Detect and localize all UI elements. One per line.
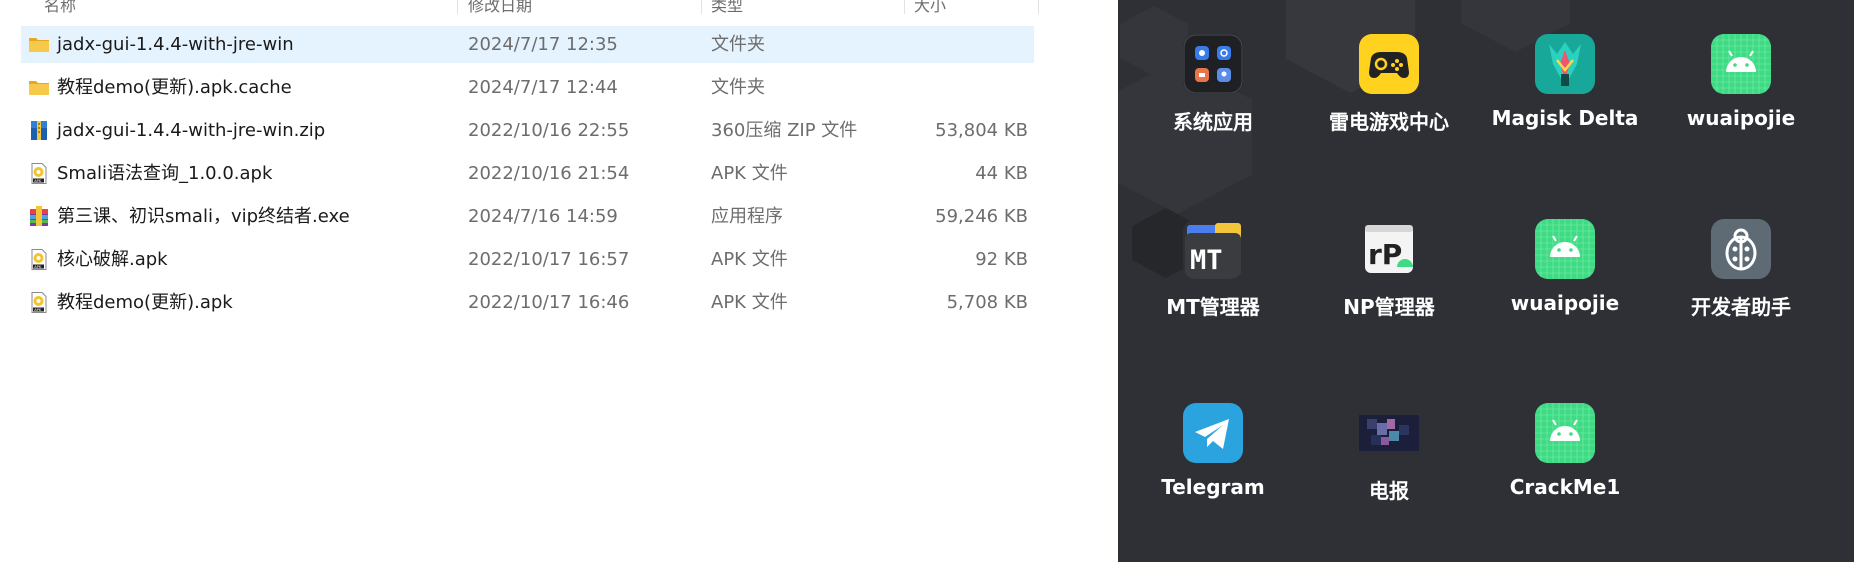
file-size: 92 KB [975, 249, 1028, 270]
file-row[interactable]: jadx-gui-1.4.4-with-jre-win 2024/7/17 12:… [21, 26, 1034, 63]
app-shortcut[interactable]: rP NP管理器 [1301, 219, 1477, 349]
column-divider[interactable] [904, 0, 905, 14]
app-label: 开发者助手 [1691, 295, 1791, 319]
column-divider[interactable] [1038, 0, 1039, 14]
file-modified-date: 2022/10/17 16:46 [468, 292, 630, 313]
np-manager-icon: rP [1359, 219, 1419, 279]
ladybug-icon [1711, 219, 1771, 279]
magisk-icon [1535, 34, 1595, 94]
app-label: wuaipojie [1686, 106, 1796, 130]
file-type: APK 文件 [711, 163, 788, 184]
column-header-size[interactable]: 大小 [914, 0, 946, 14]
app-label: CrackMe1 [1509, 475, 1621, 499]
app-label: 系统应用 [1173, 110, 1253, 134]
mt-manager-icon: MT [1183, 219, 1243, 279]
svg-text:APK: APK [34, 179, 42, 183]
file-type: 应用程序 [711, 206, 783, 227]
file-row[interactable]: APK 核心破解.apk 2022/10/17 16:57 APK 文件 92 KB [21, 241, 1034, 278]
file-size: 5,708 KB [946, 292, 1028, 313]
apk-file-icon: APK [28, 163, 50, 184]
file-row[interactable]: jadx-gui-1.4.4-with-jre-win.zip 2022/10/1… [21, 112, 1034, 149]
file-name: jadx-gui-1.4.4-with-jre-win.zip [57, 120, 326, 141]
folder-icon [28, 77, 50, 98]
column-divider[interactable] [701, 0, 702, 14]
app-label: wuaipojie [1510, 291, 1620, 315]
file-row[interactable]: 教程demo(更新).apk.cache 2024/7/17 12:44 文件夹 [21, 69, 1034, 106]
telegram-icon [1183, 403, 1243, 463]
file-modified-date: 2022/10/16 21:54 [468, 163, 630, 184]
file-row[interactable]: APK 教程demo(更新).apk 2022/10/17 16:46 APK 文件 5… [21, 284, 1034, 321]
file-size: 59,246 KB [935, 206, 1028, 227]
file-size: 44 KB [975, 163, 1028, 184]
app-label: NP管理器 [1343, 295, 1435, 319]
app-label: Telegram [1161, 475, 1265, 499]
app-shortcut[interactable]: wuaipojie [1477, 219, 1653, 349]
column-header-date[interactable]: 修改日期 [468, 0, 532, 14]
file-explorer-pane: 名称 修改日期 类型 大小 jadx-gui-1.4.4-with-jre-wi… [0, 0, 1118, 562]
column-header-name[interactable]: 名称 [44, 0, 76, 14]
file-name: 核心破解.apk [57, 249, 168, 270]
android-icon [1535, 219, 1595, 279]
app-shortcut[interactable]: 雷电游戏中心 [1301, 34, 1477, 164]
file-name: Smali语法查询_1.0.0.apk [57, 163, 273, 184]
apk-file-icon: APK [28, 292, 50, 313]
file-modified-date: 2022/10/17 16:57 [468, 249, 630, 270]
svg-text:MT: MT [1190, 245, 1223, 276]
file-row[interactable]: APK Smali语法查询_1.0.0.apk 2022/10/16 21:54 AP… [21, 155, 1034, 192]
zip-archive-icon [28, 120, 50, 141]
file-modified-date: 2022/10/16 22:55 [468, 120, 630, 141]
app-label: MT管理器 [1166, 295, 1260, 319]
folder-icon [28, 34, 50, 55]
svg-text:APK: APK [34, 265, 42, 269]
file-name: jadx-gui-1.4.4-with-jre-win [57, 34, 294, 55]
app-label: Magisk Delta [1491, 106, 1639, 130]
column-header-type[interactable]: 类型 [711, 0, 743, 14]
file-type: 文件夹 [711, 77, 765, 98]
file-name: 第三课、初识smali，vip终结者.exe [57, 206, 350, 227]
file-modified-date: 2024/7/17 12:44 [468, 77, 618, 98]
app-shortcut[interactable]: 开发者助手 [1653, 219, 1829, 349]
app-label: 电报 [1369, 479, 1409, 503]
svg-text:APK: APK [34, 308, 42, 312]
file-modified-date: 2024/7/17 12:35 [468, 34, 618, 55]
column-header-bar: 名称 修改日期 类型 大小 [0, 0, 1040, 14]
file-size: 53,804 KB [935, 120, 1028, 141]
file-row[interactable]: 第三课、初识smali，vip终结者.exe 2024/7/16 14:59 应用程… [21, 198, 1034, 235]
android-icon [1711, 34, 1771, 94]
android-icon [1535, 403, 1595, 463]
column-divider[interactable] [457, 0, 458, 14]
app-shortcut[interactable]: MT MT管理器 [1125, 219, 1301, 349]
app-shortcut[interactable]: Telegram [1125, 403, 1301, 533]
app-shortcut[interactable]: 系统应用 [1125, 34, 1301, 164]
app-shortcut[interactable]: CrackMe1 [1477, 403, 1653, 533]
gamepad-icon [1359, 34, 1419, 94]
file-type: APK 文件 [711, 249, 788, 270]
file-type: APK 文件 [711, 292, 788, 313]
android-launcher: 系统应用 雷电游戏中心 Magisk Delta wuaipojie MT MT管理器 rP… [1118, 0, 1854, 562]
apk-file-icon: APK [28, 249, 50, 270]
app-shortcut[interactable]: Magisk Delta [1477, 34, 1653, 164]
app-shortcut[interactable]: wuaipojie [1653, 34, 1829, 164]
file-type: 文件夹 [711, 34, 765, 55]
app-label: 雷电游戏中心 [1329, 110, 1449, 134]
app-shortcut[interactable]: 电报 [1301, 403, 1477, 533]
file-modified-date: 2024/7/16 14:59 [468, 206, 618, 227]
exe-installer-icon [28, 206, 50, 227]
pixelated-image-icon [1359, 403, 1419, 463]
file-name: 教程demo(更新).apk.cache [57, 77, 292, 98]
file-name: 教程demo(更新).apk [57, 292, 233, 313]
system-apps-folder-icon [1183, 34, 1243, 94]
file-type: 360压缩 ZIP 文件 [711, 120, 858, 141]
